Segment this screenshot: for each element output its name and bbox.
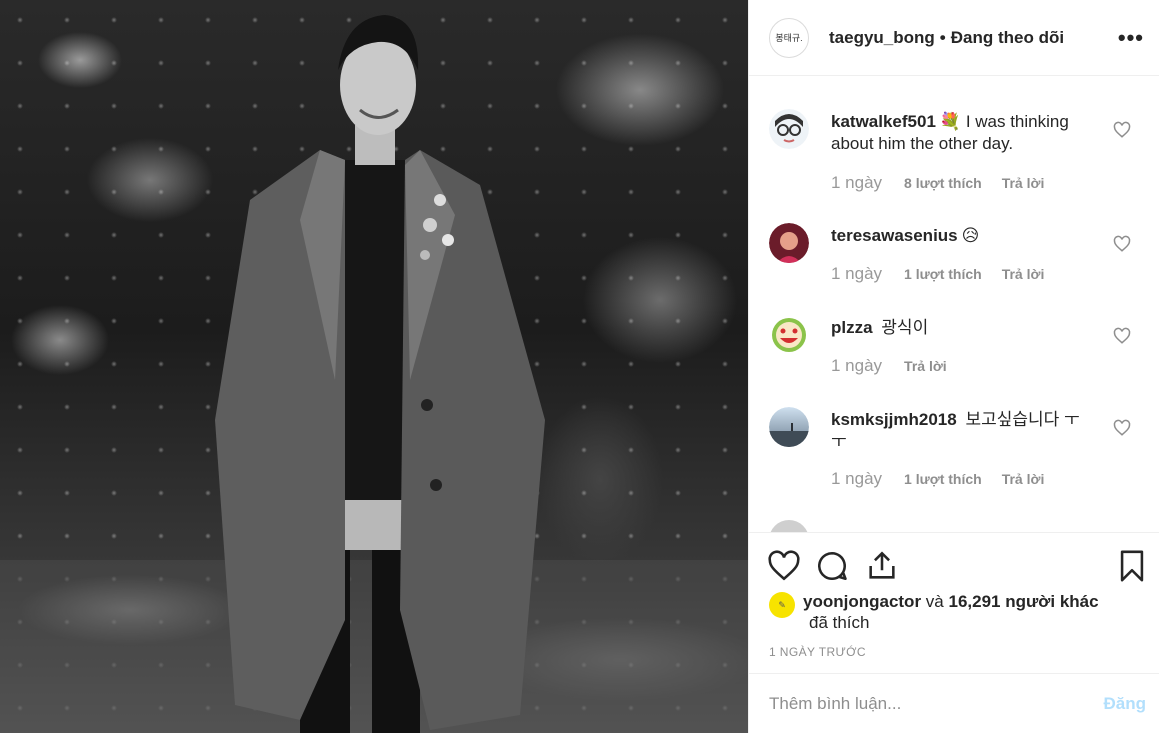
comment-meta: 1 ngày 1 lượt thích Trả lời [831, 264, 1064, 284]
likes-others-count[interactable]: 16,291 người khác [949, 592, 1099, 611]
comment-like-heart-icon[interactable] [1113, 235, 1131, 253]
comment-reply-button[interactable]: Trả lời [1002, 266, 1045, 282]
comment-time[interactable]: 1 ngày [831, 356, 882, 376]
comment-input[interactable] [769, 694, 1104, 714]
comment-body: teresawasenius 😥 [831, 225, 1091, 247]
header-separator: • [939, 27, 946, 47]
comment-emoji: 😥 [961, 226, 980, 245]
post-header: 봉태규. taegyu_bong • Đang theo dõi ••• [749, 0, 1159, 76]
comment-likes[interactable]: 1 lượt thích [904, 266, 982, 282]
comment-icon[interactable] [815, 549, 849, 583]
comment-time[interactable]: 1 ngày [831, 264, 882, 284]
likes-conjunction: và [925, 592, 944, 611]
comment-text: 광식이 [881, 318, 929, 337]
comment-body: plzza 광식이 [831, 317, 1091, 339]
instagram-post-modal: 봉태규. taegyu_bong • Đang theo dõi ••• kat… [0, 0, 1159, 733]
author-avatar[interactable]: 봉태규. [769, 17, 809, 58]
header-text: taegyu_bong • Đang theo dõi [829, 28, 1064, 48]
comment-likes[interactable]: 1 lượt thích [904, 471, 982, 487]
comment-reply-button[interactable]: Trả lời [1002, 471, 1045, 487]
liker-username[interactable]: yoonjongactor [803, 592, 921, 611]
comment-reply-button[interactable]: Trả lời [1002, 175, 1045, 191]
post-actions: ✎ yoonjongactor và 16,291 người khác đã … [749, 532, 1159, 674]
more-options-icon[interactable]: ••• [1118, 26, 1144, 48]
comment-meta: 1 ngày 1 lượt thích Trả lời [831, 469, 1064, 489]
likes-text: yoonjongactor và 16,291 người khác đã th… [803, 591, 1133, 634]
comment-meta: 1 ngày Trả lời [831, 356, 967, 376]
comment-username[interactable]: ksmksjjmh2018 [831, 410, 957, 429]
bookmark-icon[interactable] [1115, 549, 1149, 583]
post-timestamp[interactable]: 1 NGÀY TRƯỚC [769, 645, 866, 659]
comment-reply-button[interactable]: Trả lời [904, 358, 947, 374]
share-icon[interactable] [865, 549, 899, 583]
commenter-avatar[interactable] [769, 407, 809, 447]
comment-time[interactable]: 1 ngày [831, 173, 882, 193]
comment-like-heart-icon[interactable] [1113, 121, 1131, 139]
post-photo[interactable] [0, 0, 748, 733]
comments-list[interactable]: katwalkef501 💐 I was thinking about him t… [749, 77, 1159, 532]
author-username[interactable]: taegyu_bong [829, 28, 935, 48]
commenter-avatar[interactable] [769, 109, 809, 149]
comment-body: katwalkef501 💐 I was thinking about him t… [831, 111, 1091, 155]
comment-emoji: 💐 [939, 112, 962, 131]
liker-avatar[interactable]: ✎ [769, 592, 795, 618]
heart-icon[interactable] [767, 549, 801, 583]
likes-summary: ✎ yoonjongactor và 16,291 người khác đã … [769, 591, 1133, 634]
post-side-panel: 봉태규. taegyu_bong • Đang theo dõi ••• kat… [748, 0, 1159, 733]
add-comment-bar: Đăng [749, 675, 1159, 733]
likes-suffix: đã thích [809, 613, 870, 632]
comment-username[interactable]: katwalkef501 [831, 112, 936, 131]
comment-like-heart-icon[interactable] [1113, 327, 1131, 345]
comment-username[interactable]: teresawasenius [831, 226, 958, 245]
comment-likes[interactable]: 8 lượt thích [904, 175, 982, 191]
follow-status-button[interactable]: Đang theo dõi [951, 28, 1064, 48]
photo-person-illustration [0, 15, 748, 733]
commenter-avatar[interactable] [769, 520, 809, 532]
comment-body: ksmksjjmh2018 보고싶습니다 ㅜㅜ [831, 409, 1091, 453]
post-comment-button[interactable]: Đăng [1104, 694, 1147, 714]
comment-like-heart-icon[interactable] [1113, 419, 1131, 437]
commenter-avatar[interactable] [769, 315, 809, 355]
commenter-avatar[interactable] [769, 223, 809, 263]
comment-time[interactable]: 1 ngày [831, 469, 882, 489]
comment-meta: 1 ngày 8 lượt thích Trả lời [831, 173, 1064, 193]
author-avatar-text: 봉태규. [775, 33, 803, 43]
comment-username[interactable]: plzza [831, 318, 873, 337]
